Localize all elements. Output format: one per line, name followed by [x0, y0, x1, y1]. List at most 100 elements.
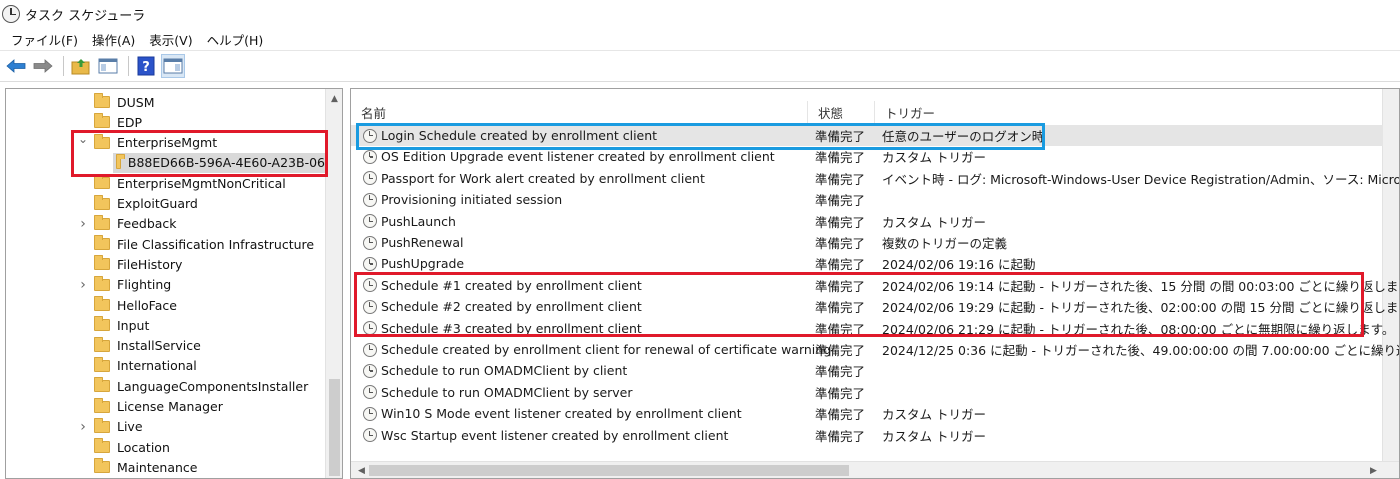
- tree-item[interactable]: Maintenance: [94, 457, 198, 477]
- task-status: 準備完了: [815, 321, 866, 337]
- task-trigger: 複数のトリガーの定義: [882, 236, 1008, 251]
- task-trigger: 任意のユーザーのログオン時: [882, 129, 1045, 144]
- scroll-right-icon[interactable]: ▶: [1365, 462, 1382, 478]
- task-row[interactable]: Schedule to run OMADMClient by client 準備完…: [351, 360, 1383, 381]
- task-name-cell: PushUpgrade: [363, 256, 464, 271]
- task-row[interactable]: Schedule #3 created by enrollment client…: [351, 318, 1394, 339]
- menu-action[interactable]: 操作(A): [85, 30, 142, 49]
- task-trigger: カスタム トリガー: [882, 214, 986, 230]
- chevron-right-icon[interactable]: ›: [78, 216, 88, 232]
- task-name: Schedule #1 created by enrollment client: [381, 277, 642, 293]
- task-name-cell: Schedule #1 created by enrollment client: [363, 278, 642, 293]
- tree-item[interactable]: Location: [94, 437, 170, 457]
- column-header-status[interactable]: 状態: [808, 101, 875, 123]
- folder-icon: [94, 174, 110, 190]
- forward-arrow-icon[interactable]: [31, 54, 55, 78]
- tree-item[interactable]: ExploitGuard: [94, 194, 198, 214]
- back-arrow-icon[interactable]: [4, 54, 28, 78]
- tree-item[interactable]: EDP: [94, 112, 142, 132]
- task-status: 準備完了: [815, 385, 866, 401]
- folder-icon: [94, 255, 110, 271]
- show-hide-action-pane-icon[interactable]: [161, 54, 185, 78]
- list-hscroll-thumb[interactable]: [369, 465, 849, 476]
- tree-item-label: DUSM: [117, 94, 155, 110]
- tree-item[interactable]: › Live: [80, 417, 143, 437]
- task-name: Login Schedule created by enrollment cli…: [381, 128, 658, 143]
- toolbar-separator: [63, 56, 64, 76]
- menu-file[interactable]: ファイル(F): [4, 30, 85, 49]
- task-name: Wsc Startup event listener created by en…: [381, 427, 729, 443]
- task-clock-icon: [363, 256, 377, 271]
- chevron-right-icon[interactable]: ›: [78, 277, 88, 293]
- menu-help[interactable]: ヘルプ(H): [200, 30, 271, 49]
- task-row[interactable]: Schedule to run OMADMClient by server 準備完…: [351, 382, 1383, 403]
- chevron-right-icon[interactable]: ›: [78, 419, 88, 435]
- window-title: タスク スケジューラ: [25, 8, 146, 24]
- task-row[interactable]: Passport for Work alert created by enrol…: [351, 168, 1399, 189]
- tree-item-label: License Manager: [117, 399, 223, 414]
- task-trigger: イベント時 - ログ: Microsoft-Windows-User Devic…: [882, 171, 1400, 187]
- tree-item[interactable]: LanguageComponentsInstaller: [94, 376, 308, 396]
- task-row[interactable]: Wsc Startup event listener created by en…: [351, 425, 1383, 446]
- task-row[interactable]: Schedule #1 created by enrollment client…: [351, 275, 1399, 296]
- tree-item-label: EDP: [117, 114, 143, 130]
- show-hide-console-tree-icon[interactable]: [96, 54, 120, 78]
- scroll-left-icon[interactable]: ◀: [353, 462, 370, 478]
- tree-item[interactable]: › Flighting: [80, 275, 171, 295]
- task-name-cell: Wsc Startup event listener created by en…: [363, 428, 728, 443]
- column-header-trigger[interactable]: トリガー: [875, 101, 1383, 123]
- task-clock-icon: [363, 278, 377, 293]
- folder-icon: [94, 214, 110, 230]
- task-clock-icon: [363, 299, 377, 314]
- tree-vertical-scrollbar[interactable]: ▲: [325, 89, 342, 478]
- menu-view[interactable]: 表示(V): [142, 30, 199, 49]
- chevron-down-icon[interactable]: ⌄: [78, 132, 88, 146]
- task-row[interactable]: Win10 S Mode event listener created by e…: [351, 403, 1383, 424]
- tree-item[interactable]: Input: [94, 315, 149, 335]
- task-row[interactable]: PushLaunch 準備完了 カスタム トリガー: [351, 211, 1383, 232]
- task-row[interactable]: Schedule created by enrollment client fo…: [351, 339, 1399, 360]
- task-name-cell: Login Schedule created by enrollment cli…: [363, 128, 657, 143]
- tree-item-label: Live: [117, 419, 143, 435]
- task-trigger: カスタム トリガー: [882, 150, 986, 166]
- tree-item[interactable]: B88ED66B-596A-4E60-A23B-06: [113, 152, 325, 173]
- tree-item[interactable]: FileHistory: [94, 254, 182, 274]
- up-folder-icon[interactable]: [69, 54, 93, 78]
- task-row[interactable]: Provisioning initiated session 準備完了: [351, 189, 1383, 210]
- help-icon[interactable]: ?: [134, 54, 158, 78]
- folder-icon: [94, 194, 110, 210]
- task-row[interactable]: PushUpgrade 準備完了 2024/02/06 19:16 に起動: [351, 253, 1383, 274]
- tree-item[interactable]: File Classification Infrastructure: [94, 234, 314, 254]
- scroll-up-icon[interactable]: ▲: [326, 90, 342, 107]
- task-name-cell: Passport for Work alert created by enrol…: [363, 171, 705, 186]
- task-status: 準備完了: [815, 257, 866, 273]
- column-header-name[interactable]: 名前: [351, 101, 808, 123]
- task-clock-icon: [363, 149, 377, 164]
- tree-item[interactable]: DUSM: [94, 92, 155, 112]
- task-row[interactable]: OS Edition Upgrade event listener create…: [351, 146, 1383, 167]
- tree-item[interactable]: HelloFace: [94, 295, 177, 315]
- tree-item[interactable]: License Manager: [94, 397, 223, 417]
- task-name-cell: Schedule created by enrollment client fo…: [363, 342, 831, 357]
- tree-item[interactable]: EnterpriseMgmtNonCritical: [94, 173, 286, 193]
- task-trigger: 2024/02/06 19:16 に起動: [882, 257, 1036, 273]
- task-name: Provisioning initiated session: [381, 192, 563, 208]
- tree-item[interactable]: › Feedback: [80, 214, 177, 234]
- tree-scroll-thumb[interactable]: [329, 379, 340, 476]
- task-name-cell: Schedule to run OMADMClient by server: [363, 385, 633, 400]
- task-trigger: カスタム トリガー: [882, 428, 986, 444]
- task-name-cell: Schedule to run OMADMClient by client: [363, 363, 627, 378]
- list-horizontal-scrollbar[interactable]: ◀ ▶: [351, 461, 1399, 478]
- tree-item[interactable]: ⌄ EnterpriseMgmt: [78, 132, 217, 153]
- task-name-cell: PushRenewal: [363, 235, 463, 250]
- task-name: Schedule created by enrollment client fo…: [381, 342, 832, 357]
- task-row[interactable]: Login Schedule created by enrollment cli…: [351, 125, 1383, 146]
- tree-item[interactable]: International: [94, 356, 197, 376]
- task-trigger: 2024/12/25 0:36 に起動 - トリガーされた後、49.00:00:…: [882, 343, 1400, 358]
- task-name: PushUpgrade: [381, 256, 465, 272]
- task-row[interactable]: Schedule #2 created by enrollment client…: [351, 296, 1399, 317]
- task-row[interactable]: PushRenewal 準備完了 複数のトリガーの定義: [351, 232, 1383, 253]
- tree-item-label: ExploitGuard: [117, 196, 198, 211]
- tree-item[interactable]: InstallService: [94, 336, 201, 356]
- task-status: 準備完了: [815, 193, 866, 209]
